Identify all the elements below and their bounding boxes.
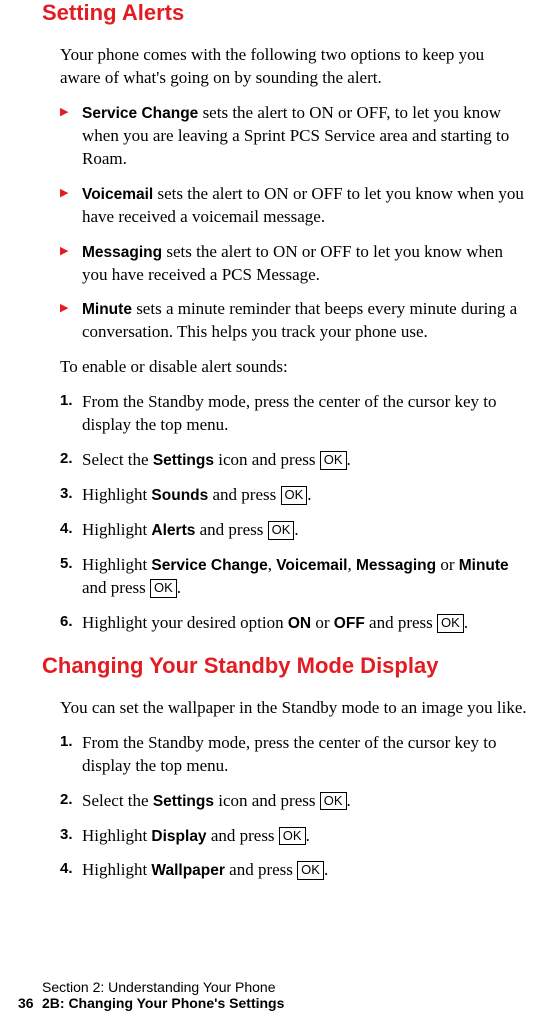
ok-key-icon: OK (320, 451, 347, 470)
step-text: Highlight your desired option (82, 613, 288, 632)
step-1: From the Standby mode, press the center … (60, 732, 528, 778)
period: . (307, 485, 311, 504)
bullet-label: Voicemail (82, 186, 153, 203)
footer-text: 2B: Changing Your Phone's Settings (42, 995, 284, 1011)
step-bold: ON (288, 615, 311, 632)
bullet-label: Service Change (82, 105, 198, 122)
step-bold: Settings (153, 793, 214, 810)
ok-key-icon: OK (320, 792, 347, 811)
bullet-minute: Minute sets a minute reminder that beeps… (60, 298, 528, 344)
step-text: and press (82, 578, 150, 597)
step-text: Highlight (82, 860, 151, 879)
bullet-voicemail: Voicemail sets the alert to ON or OFF to… (60, 183, 528, 229)
step-text: Highlight (82, 555, 151, 574)
step-bold: Display (151, 828, 206, 845)
step-bold: Wallpaper (151, 862, 225, 879)
subtext-enable-disable: To enable or disable alert sounds: (60, 356, 528, 379)
step-2: Select the Settings icon and press OK. (60, 790, 528, 813)
step-text: icon and press (214, 791, 320, 810)
step-bold: Minute (459, 557, 509, 574)
step-bold: Messaging (356, 557, 436, 574)
step-1: From the Standby mode, press the center … (60, 391, 528, 437)
ok-key-icon: OK (281, 486, 308, 505)
step-6: Highlight your desired option ON or OFF … (60, 612, 528, 635)
page-number: 36 (18, 995, 42, 1011)
footer-section-title: Section 2: Understanding Your Phone (42, 979, 284, 995)
heading-setting-alerts: Setting Alerts (42, 0, 528, 26)
step-text: Highlight (82, 485, 151, 504)
bullet-label: Messaging (82, 244, 162, 261)
bullet-list-alerts: Service Change sets the alert to ON or O… (60, 102, 528, 344)
step-text: , (347, 555, 356, 574)
step-bold: Sounds (151, 487, 208, 504)
step-text: Highlight (82, 520, 151, 539)
step-text: icon and press (214, 450, 320, 469)
footer-subsection: 362B: Changing Your Phone's Settings (18, 995, 284, 1011)
bullet-text: sets a minute reminder that beeps every … (82, 299, 517, 341)
bullet-messaging: Messaging sets the alert to ON or OFF to… (60, 241, 528, 287)
steps-list-1: From the Standby mode, press the center … (60, 391, 528, 635)
step-bold: Voicemail (276, 557, 347, 574)
step-3: Highlight Display and press OK. (60, 825, 528, 848)
step-text: and press (225, 860, 297, 879)
page-footer: Section 2: Understanding Your Phone 362B… (18, 979, 284, 1011)
intro-text-2: You can set the wallpaper in the Standby… (60, 697, 528, 720)
step-text: and press (365, 613, 437, 632)
steps-list-2: From the Standby mode, press the center … (60, 732, 528, 883)
step-text: Select the (82, 791, 153, 810)
step-bold: Settings (153, 452, 214, 469)
step-bold: Alerts (151, 522, 195, 539)
period: . (347, 791, 351, 810)
period: . (306, 826, 310, 845)
step-text: Select the (82, 450, 153, 469)
step-bold: OFF (334, 615, 365, 632)
period: . (464, 613, 468, 632)
period: . (177, 578, 181, 597)
ok-key-icon: OK (297, 861, 324, 880)
bullet-service-change: Service Change sets the alert to ON or O… (60, 102, 528, 171)
intro-text-1: Your phone comes with the following two … (60, 44, 528, 90)
step-2: Select the Settings icon and press OK. (60, 449, 528, 472)
step-text: and press (195, 520, 267, 539)
step-text: or (311, 613, 334, 632)
step-bold: Service Change (151, 557, 267, 574)
period: . (294, 520, 298, 539)
step-3: Highlight Sounds and press OK. (60, 484, 528, 507)
step-5: Highlight Service Change, Voicemail, Mes… (60, 554, 528, 600)
ok-key-icon: OK (150, 579, 177, 598)
period: . (324, 860, 328, 879)
step-4: Highlight Alerts and press OK. (60, 519, 528, 542)
step-text: and press (207, 826, 279, 845)
step-text: and press (208, 485, 280, 504)
step-text: or (436, 555, 459, 574)
ok-key-icon: OK (268, 521, 295, 540)
heading-standby-display: Changing Your Standby Mode Display (42, 653, 528, 679)
ok-key-icon: OK (437, 614, 464, 633)
step-text: Highlight (82, 826, 151, 845)
ok-key-icon: OK (279, 827, 306, 846)
period: . (347, 450, 351, 469)
step-4: Highlight Wallpaper and press OK. (60, 859, 528, 882)
step-text: , (268, 555, 277, 574)
bullet-label: Minute (82, 301, 132, 318)
